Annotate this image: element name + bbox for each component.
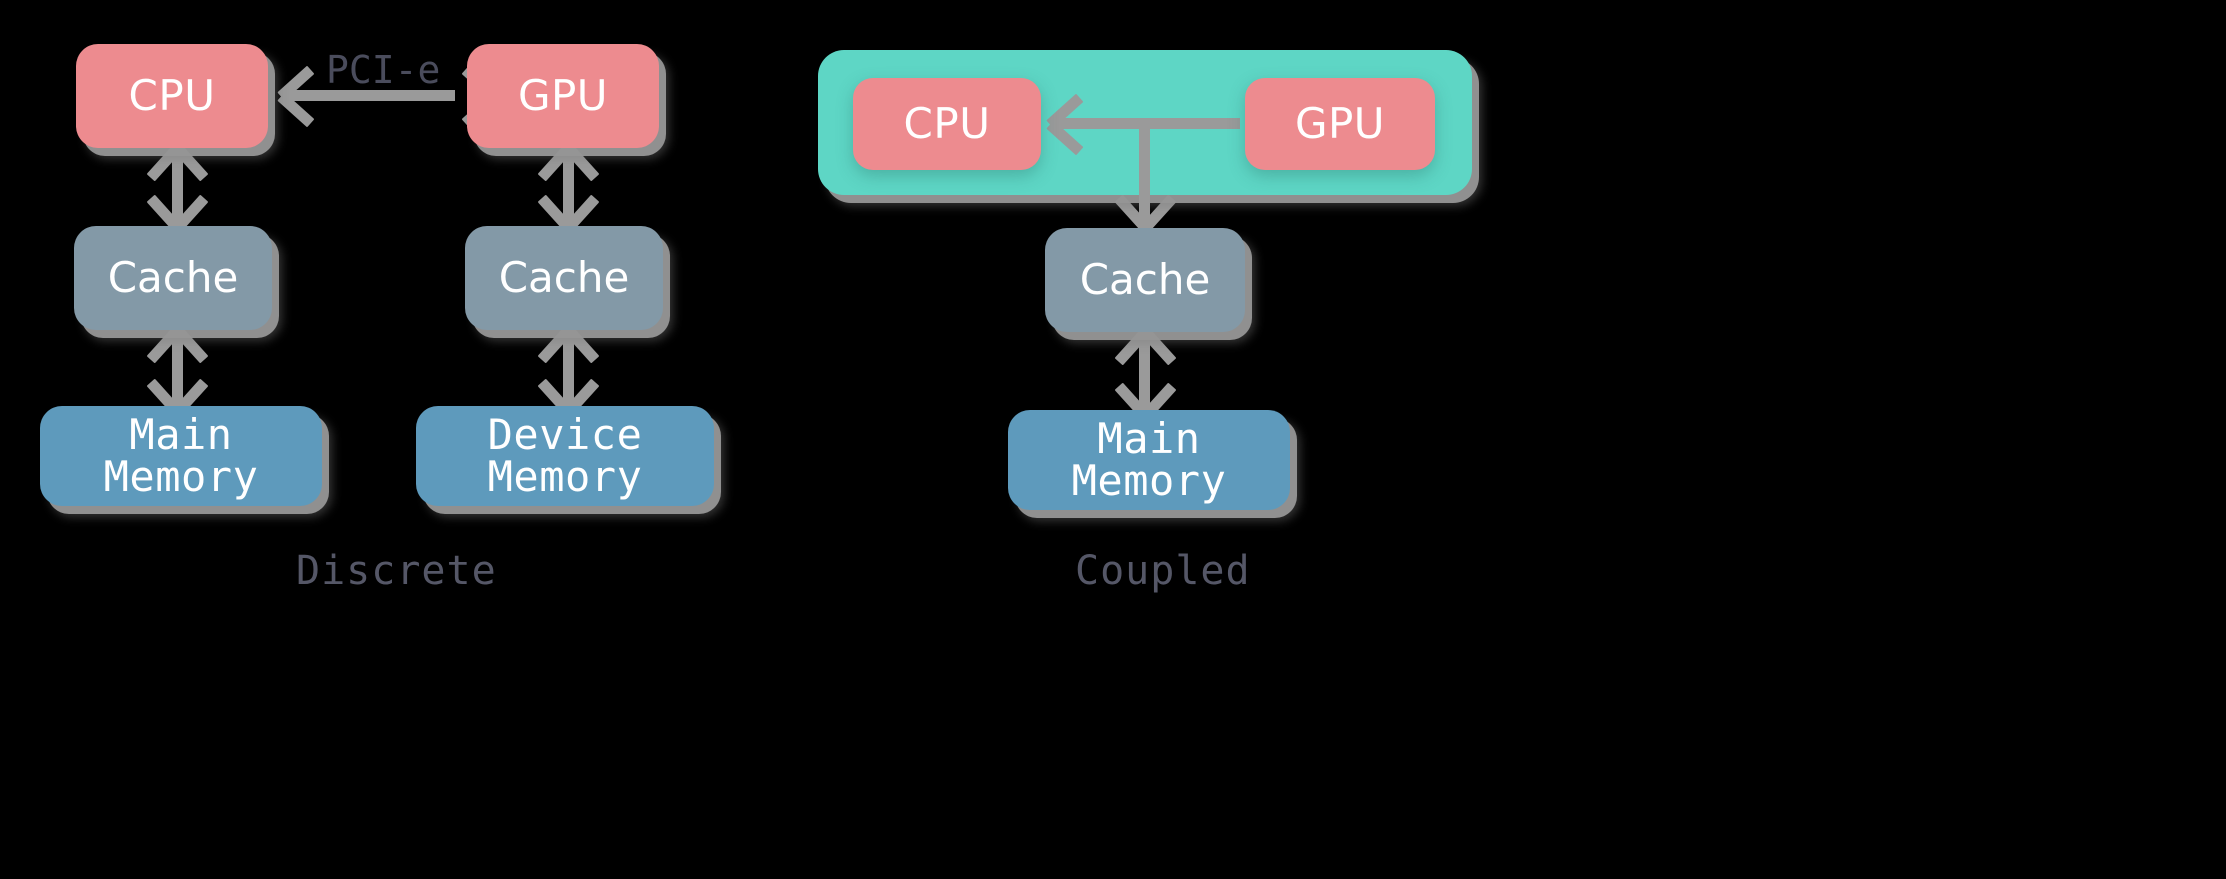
node-coupled-cache: Cache <box>1045 228 1245 332</box>
node-label: Cache <box>107 253 239 302</box>
node-discrete-main-memory: Main Memory <box>40 406 322 506</box>
edge-bus-to-cache-shaft <box>1139 118 1150 228</box>
panel-caption-coupled: Coupled <box>1075 548 1251 594</box>
node-label: CPU <box>903 99 991 148</box>
node-label: Main Memory <box>103 410 259 501</box>
node-label: CPU <box>128 71 216 120</box>
panel-caption-discrete: Discrete <box>296 548 497 594</box>
node-discrete-gpu: GPU <box>467 44 659 148</box>
node-label: Main Memory <box>1071 414 1227 505</box>
node-discrete-device-memory: Device Memory <box>416 406 714 506</box>
node-discrete-cpu-cache: Cache <box>74 226 272 330</box>
diagram-canvas: CPU GPU PCI-e Cache Cache Main Memory De… <box>0 0 2226 879</box>
node-label: Device Memory <box>487 410 643 501</box>
node-label: GPU <box>1294 99 1386 148</box>
node-label: Cache <box>498 253 630 302</box>
node-coupled-cpu: CPU <box>853 78 1041 170</box>
node-label: Cache <box>1079 255 1211 304</box>
edge-label-pci-e: PCI-e <box>326 48 441 92</box>
node-coupled-gpu: GPU <box>1245 78 1435 170</box>
node-discrete-gpu-cache: Cache <box>465 226 663 330</box>
node-label: GPU <box>517 71 609 120</box>
node-discrete-cpu: CPU <box>76 44 268 148</box>
node-coupled-main-memory: Main Memory <box>1008 410 1290 510</box>
